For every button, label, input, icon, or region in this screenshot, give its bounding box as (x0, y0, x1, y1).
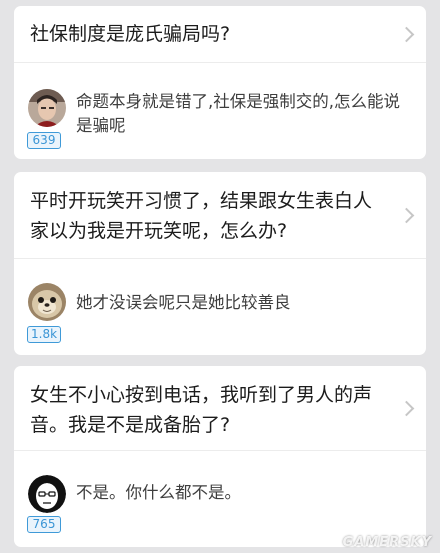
question-row[interactable]: 社保制度是庞氏骗局吗? (14, 6, 426, 62)
vote-count-badge[interactable]: 639 (27, 132, 61, 149)
answer-row[interactable]: 她才没误会呢只是她比较善良 1.8k (14, 259, 426, 355)
question-card[interactable]: 女生不小心按到电话，我听到了男人的声音。我是不是成备胎了? 不是。你什么都不是。… (14, 366, 426, 547)
vote-count-badge[interactable]: 1.8k (27, 326, 62, 343)
answer-text: 不是。你什么都不是。 (76, 483, 241, 502)
watermark-logo: GAMERSKY (342, 535, 432, 550)
chevron-right-icon (398, 207, 415, 224)
answer-row[interactable]: 命题本身就是错了,社保是强制交的,怎么能说是骗呢 639 (14, 63, 426, 159)
question-title: 社保制度是庞氏骗局吗? (30, 23, 231, 45)
question-card[interactable]: 社保制度是庞氏骗局吗? 命题本身就是错了,社保是强制交的,怎么能说是骗呢 639 (14, 6, 426, 159)
question-card[interactable]: 平时开玩笑开习惯了，结果跟女生表白人家以为我是开玩笑呢，怎么办? 她才没误会呢只… (14, 172, 426, 355)
seal-avatar-icon[interactable] (28, 283, 66, 321)
user-photo-avatar-icon[interactable] (28, 89, 66, 127)
answer-row[interactable]: 不是。你什么都不是。 765 (14, 451, 426, 547)
sketch-face-avatar-icon[interactable] (28, 475, 66, 513)
question-title: 女生不小心按到电话，我听到了男人的声音。我是不是成备胎了? (30, 384, 373, 436)
chevron-right-icon (398, 26, 415, 43)
chevron-right-icon (398, 400, 415, 417)
question-row[interactable]: 女生不小心按到电话，我听到了男人的声音。我是不是成备胎了? (14, 366, 426, 450)
question-row[interactable]: 平时开玩笑开习惯了，结果跟女生表白人家以为我是开玩笑呢，怎么办? (14, 172, 426, 258)
answer-text: 命题本身就是错了,社保是强制交的,怎么能说是骗呢 (76, 92, 400, 135)
question-title: 平时开玩笑开习惯了，结果跟女生表白人家以为我是开玩笑呢，怎么办? (30, 190, 373, 242)
answer-text: 她才没误会呢只是她比较善良 (76, 293, 291, 312)
vote-count-badge[interactable]: 765 (27, 516, 61, 533)
